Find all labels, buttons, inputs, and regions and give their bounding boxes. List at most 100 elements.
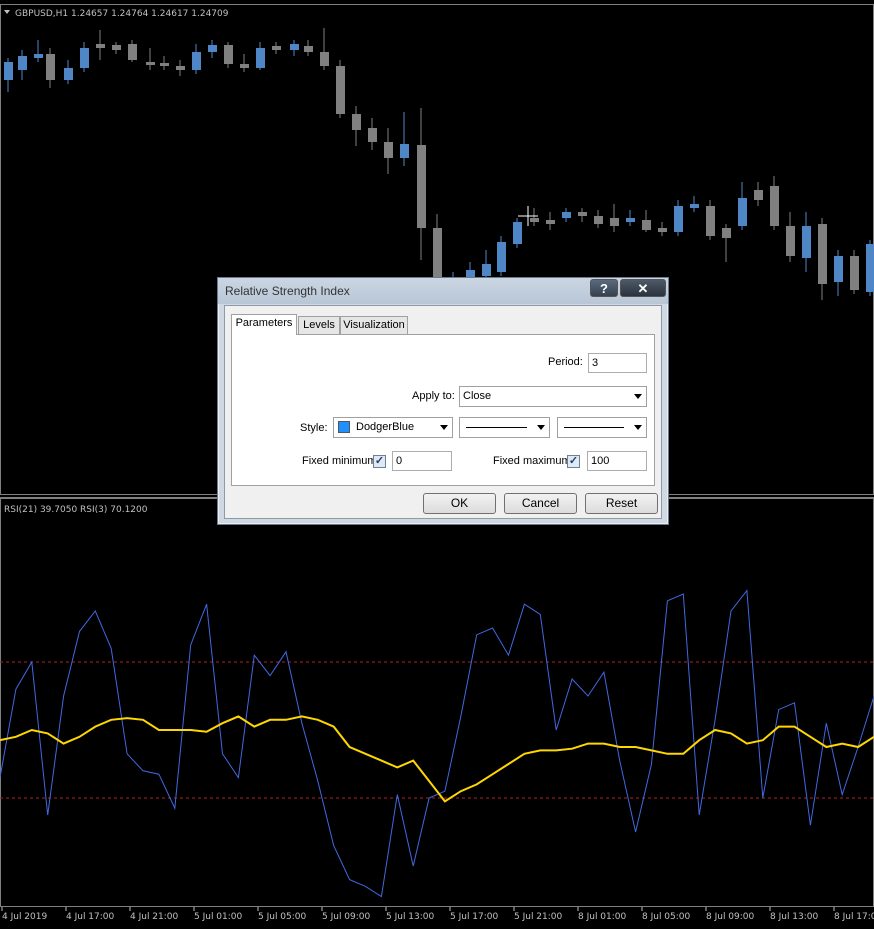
cancel-button[interactable]: Cancel xyxy=(504,493,577,514)
candle-body xyxy=(128,44,137,60)
candle-body xyxy=(18,56,27,70)
candle-body xyxy=(208,45,217,52)
rsi-dialog: Relative Strength Index ? ✕ Parameters L… xyxy=(217,277,669,525)
time-label: 4 Jul 17:00 xyxy=(66,912,115,922)
chevron-down-icon xyxy=(537,425,545,430)
time-label: 5 Jul 09:00 xyxy=(322,912,371,922)
candle-body xyxy=(176,66,185,70)
candle-body xyxy=(400,144,409,158)
close-button[interactable]: ✕ xyxy=(620,279,666,297)
period-input[interactable]: 3 xyxy=(588,353,647,373)
candle-body xyxy=(46,54,55,80)
line-style-select[interactable] xyxy=(459,417,550,438)
candle-body xyxy=(497,242,506,272)
time-label: 5 Jul 21:00 xyxy=(514,912,563,922)
parameters-panel: Period: 3 Apply to: Close Style: DodgerB… xyxy=(231,334,655,486)
time-label: 8 Jul 13:00 xyxy=(770,912,819,922)
chevron-down-icon xyxy=(440,425,448,430)
candle-body xyxy=(626,218,635,222)
apply-to-value: Close xyxy=(463,390,492,402)
dialog-client: Parameters Levels Visualization Period: … xyxy=(224,305,662,519)
apply-to-label: Apply to: xyxy=(412,390,455,402)
candle-body xyxy=(530,218,539,222)
line-width-preview xyxy=(564,427,624,428)
candle-body xyxy=(594,216,603,224)
candle-body xyxy=(290,44,299,50)
time-label: 8 Jul 01:00 xyxy=(578,912,627,922)
candle-body xyxy=(160,63,169,66)
candle-body xyxy=(256,48,265,68)
time-label: 4 Jul 2019 xyxy=(2,912,47,922)
candle-body xyxy=(770,186,779,226)
tab-levels[interactable]: Levels xyxy=(298,316,340,334)
line-style-preview xyxy=(466,427,527,428)
style-color-name: DodgerBlue xyxy=(356,421,415,433)
period-label: Period: xyxy=(548,356,583,368)
candle-body xyxy=(802,226,811,258)
candle-body xyxy=(240,64,249,68)
chevron-down-icon[interactable] xyxy=(4,10,10,14)
rsi-level-lines xyxy=(0,661,874,799)
candle-body xyxy=(738,198,747,226)
candle-body xyxy=(850,256,859,290)
time-label: 8 Jul 17:00 xyxy=(834,912,874,922)
candle-body xyxy=(192,52,201,70)
candle-body xyxy=(482,264,491,276)
candle-body xyxy=(34,54,43,58)
chevron-down-icon xyxy=(634,394,642,399)
candle-body xyxy=(224,45,233,64)
candle-body xyxy=(146,62,155,65)
time-label: 8 Jul 05:00 xyxy=(642,912,691,922)
indicator-info: RSI(21) 39.7050 RSI(3) 70.1200 xyxy=(4,505,148,515)
candle-body xyxy=(658,228,667,232)
color-swatch xyxy=(338,421,350,433)
candle-body xyxy=(866,244,874,292)
dialog-title: Relative Strength Index xyxy=(225,284,350,298)
chevron-down-icon xyxy=(634,425,642,430)
symbol-info: GBPUSD,H1 1.24657 1.24764 1.24617 1.2470… xyxy=(15,9,229,19)
apply-to-select[interactable]: Close xyxy=(459,386,647,407)
ok-button[interactable]: OK xyxy=(423,493,496,514)
candle-body xyxy=(368,128,377,142)
candle-body xyxy=(674,206,683,232)
time-label: 5 Jul 05:00 xyxy=(258,912,307,922)
candle-body xyxy=(80,48,89,68)
style-label: Style: xyxy=(300,422,328,434)
rsi21-line xyxy=(0,715,874,803)
candle-body xyxy=(690,204,699,208)
dialog-titlebar[interactable]: Relative Strength Index ? ✕ xyxy=(218,278,668,304)
candle-body xyxy=(562,212,571,218)
candle-body xyxy=(112,45,121,50)
style-color-select[interactable]: DodgerBlue xyxy=(333,417,453,438)
fixed-max-checkbox[interactable]: ✓ xyxy=(567,455,580,468)
candle-body xyxy=(96,44,105,48)
tab-visualization[interactable]: Visualization xyxy=(340,316,408,334)
fixed-min-label: Fixed minimum xyxy=(302,455,377,467)
time-label: 5 Jul 13:00 xyxy=(386,912,435,922)
candle-body xyxy=(754,190,763,200)
candle-body xyxy=(834,256,843,282)
candle-body xyxy=(706,206,715,236)
fixed-max-input[interactable]: 100 xyxy=(587,451,647,471)
reset-button[interactable]: Reset xyxy=(585,493,658,514)
candle-body xyxy=(818,224,827,284)
tab-parameters[interactable]: Parameters xyxy=(231,314,297,335)
candle-body xyxy=(546,220,555,224)
rsi3-line xyxy=(0,589,874,898)
candle-body xyxy=(578,212,587,216)
candle-body xyxy=(642,220,651,230)
help-button[interactable]: ? xyxy=(590,279,618,297)
candle-body xyxy=(336,66,345,114)
candle-body xyxy=(384,142,393,158)
candle-body xyxy=(610,218,619,226)
candle-body xyxy=(4,62,13,80)
time-label: 5 Jul 01:00 xyxy=(194,912,243,922)
candle-body xyxy=(304,46,313,52)
candle-body xyxy=(272,46,281,50)
time-label: 5 Jul 17:00 xyxy=(450,912,499,922)
candle-body xyxy=(320,52,329,66)
fixed-min-input[interactable]: 0 xyxy=(392,451,452,471)
line-width-select[interactable] xyxy=(557,417,647,438)
fixed-min-checkbox[interactable]: ✓ xyxy=(373,455,386,468)
indicator-window-frame xyxy=(0,498,874,907)
